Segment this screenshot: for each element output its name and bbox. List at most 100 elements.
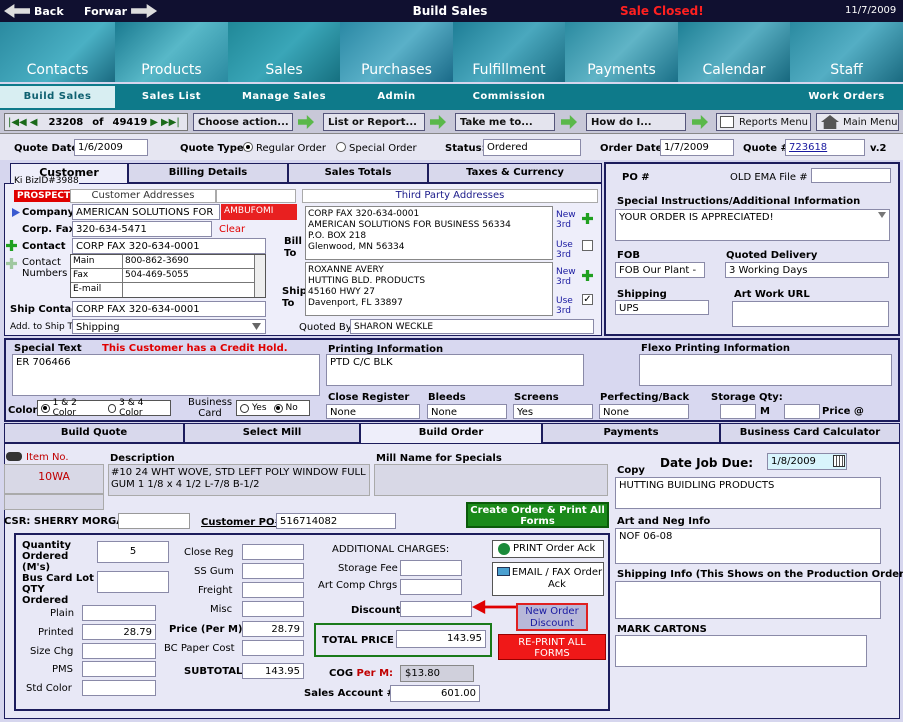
customer-po-field[interactable]: 516714082 [276, 513, 396, 529]
bus-card-lot-field[interactable] [97, 571, 169, 593]
calendar-icon[interactable] [833, 455, 845, 467]
art-comp-field[interactable] [400, 579, 462, 595]
special-text-field[interactable]: ER 706466 [12, 354, 320, 396]
contact-numbers-scrollbar[interactable] [254, 255, 265, 297]
binoculars-icon[interactable] [6, 452, 22, 461]
tab-sales-totals[interactable]: Sales Totals [288, 163, 428, 183]
next-record-icon[interactable]: ▶ [150, 117, 158, 128]
nav-purchases[interactable]: Purchases [340, 22, 453, 82]
contact-field[interactable]: CORP FAX 320-634-0001 [72, 238, 266, 254]
ship-contact-field[interactable]: CORP FAX 320-634-0001 [72, 301, 266, 317]
clear-link[interactable]: Clear [219, 224, 245, 235]
nav-calendar[interactable]: Calendar [678, 22, 790, 82]
shipping-field[interactable]: UPS [615, 300, 709, 315]
item-no-field[interactable]: 10WA [4, 464, 104, 494]
new-3rd-bill-button[interactable]: New 3rd [556, 210, 580, 230]
business-card-yes-radio[interactable] [240, 403, 249, 413]
mill-name-field[interactable] [374, 464, 608, 496]
price-per-m-field[interactable]: 28.79 [242, 621, 304, 637]
mark-cartons-field[interactable] [615, 635, 867, 667]
misc-field[interactable] [242, 601, 304, 617]
company-field[interactable]: AMERICAN SOLUTIONS FOR [72, 204, 220, 220]
how-do-i-button[interactable]: How do I... [586, 113, 686, 131]
subnav-work-orders[interactable]: Work Orders [790, 86, 903, 108]
order-date-field[interactable]: 1/7/2009 [660, 139, 734, 156]
contact-number-value[interactable]: 504-469-5055 [123, 269, 189, 282]
special-instructions-field[interactable]: YOUR ORDER IS APPRECIATED! [615, 209, 890, 241]
tab-business-card-calculator[interactable]: Business Card Calculator [720, 423, 900, 443]
flexo-info-field[interactable] [639, 354, 892, 386]
nav-staff[interactable]: Staff [790, 22, 903, 82]
last-record-icon[interactable]: ▶▶| [161, 117, 180, 128]
subnav-build-sales[interactable]: Build Sales [0, 86, 115, 108]
close-register-field[interactable]: None [326, 404, 420, 419]
nav-fulfillment[interactable]: Fulfillment [453, 22, 565, 82]
create-order-button[interactable]: Create Order & Print All Forms [466, 502, 609, 528]
first-record-icon[interactable]: |◀◀ [8, 117, 27, 128]
regular-order-radio[interactable] [243, 142, 253, 152]
status-field[interactable]: Ordered [483, 139, 581, 156]
quantity-field[interactable]: 5 [97, 541, 169, 563]
business-card-no-radio[interactable] [273, 403, 283, 413]
contact-number-value[interactable] [123, 283, 125, 297]
bleeds-field[interactable]: None [427, 404, 507, 419]
use-3rd-ship-checkbox[interactable]: ✓ [582, 294, 593, 305]
tab-select-mill[interactable]: Select Mill [184, 423, 360, 443]
subnav-sales-list[interactable]: Sales List [115, 86, 228, 108]
tab-billing-details[interactable]: Billing Details [128, 163, 288, 183]
tab-taxes-currency[interactable]: Taxes & Currency [428, 163, 602, 183]
new-order-discount-button[interactable]: New Order Discount [516, 603, 588, 631]
fob-field[interactable]: FOB Our Plant - [615, 262, 705, 278]
copy-field[interactable]: HUTTING BUIDLING PRODUCTS [615, 477, 881, 509]
quoted-by-field[interactable]: SHARON WECKLE [350, 319, 594, 334]
freight-field[interactable] [242, 582, 304, 598]
use-3rd-ship-button[interactable]: Use 3rd [556, 296, 580, 316]
ship-to-address[interactable]: ROXANNE AVERY HUTTING BLD. PRODUCTS 4516… [305, 262, 553, 316]
choose-action-button[interactable]: Choose action... [193, 113, 293, 131]
nav-products[interactable]: Products [115, 22, 228, 82]
prev-record-icon[interactable]: ◀ [30, 117, 38, 128]
nav-sales[interactable]: Sales [228, 22, 340, 82]
color-1-2-radio[interactable] [41, 403, 50, 413]
std-color-field[interactable] [82, 680, 156, 696]
tab-build-quote[interactable]: Build Quote [4, 423, 184, 443]
nav-contacts[interactable]: Contacts [0, 22, 115, 82]
quoted-delivery-field[interactable]: 3 Working Days [725, 262, 889, 278]
subnav-commission[interactable]: Commission [453, 86, 565, 108]
screens-field[interactable]: Yes [513, 404, 593, 419]
storage-qty-field[interactable] [720, 404, 756, 419]
add-ship-to-select[interactable]: Shipping [72, 319, 266, 334]
description-field[interactable]: #10 24 WHT WOVE, STD LEFT POLY WINDOW FU… [108, 464, 370, 496]
discount-field[interactable] [400, 601, 472, 617]
storage-price-field[interactable] [784, 404, 820, 419]
back-button[interactable]: Back [4, 3, 64, 19]
ss-gum-field[interactable] [242, 563, 304, 579]
take-me-button[interactable]: Take me to... [455, 113, 555, 131]
storage-fee-field[interactable] [400, 560, 462, 576]
special-order-radio[interactable] [336, 142, 346, 152]
bill-to-address[interactable]: CORP FAX 320-634-0001 AMERICAN SOLUTIONS… [305, 206, 553, 260]
perfecting-field[interactable]: None [599, 404, 689, 419]
printing-info-field[interactable]: PTD C/C BLK [326, 354, 584, 386]
sales-account-field[interactable]: 601.00 [390, 685, 480, 702]
subnav-manage-sales[interactable]: Manage Sales [228, 86, 340, 108]
close-reg-field[interactable] [242, 544, 304, 560]
quote-number-field[interactable]: 723618 [785, 139, 865, 156]
shipping-info-field[interactable] [615, 581, 881, 619]
artwork-url-field[interactable] [732, 301, 889, 327]
art-neg-field[interactable]: NOF 06-08 [615, 528, 881, 564]
contact-number-value[interactable]: 800-862-3690 [123, 255, 189, 268]
tab-build-order[interactable]: Build Order [360, 423, 542, 445]
use-3rd-bill-button[interactable]: Use 3rd [556, 240, 580, 260]
bc-paper-cost-field[interactable] [242, 640, 304, 656]
new-3rd-ship-button[interactable]: New 3rd [556, 267, 580, 287]
nav-payments[interactable]: Payments [565, 22, 678, 82]
pms-field[interactable] [82, 661, 156, 677]
reprint-all-forms-button[interactable]: RE-PRINT ALL FORMS [498, 634, 606, 660]
list-report-button[interactable]: List or Report... [323, 113, 425, 131]
quote-date-field[interactable]: 1/6/2009 [74, 139, 148, 156]
printed-field[interactable]: 28.79 [82, 624, 156, 640]
subnav-admin[interactable]: Admin [340, 86, 453, 108]
color-3-4-radio[interactable] [107, 403, 117, 413]
size-chg-field[interactable] [82, 643, 156, 659]
